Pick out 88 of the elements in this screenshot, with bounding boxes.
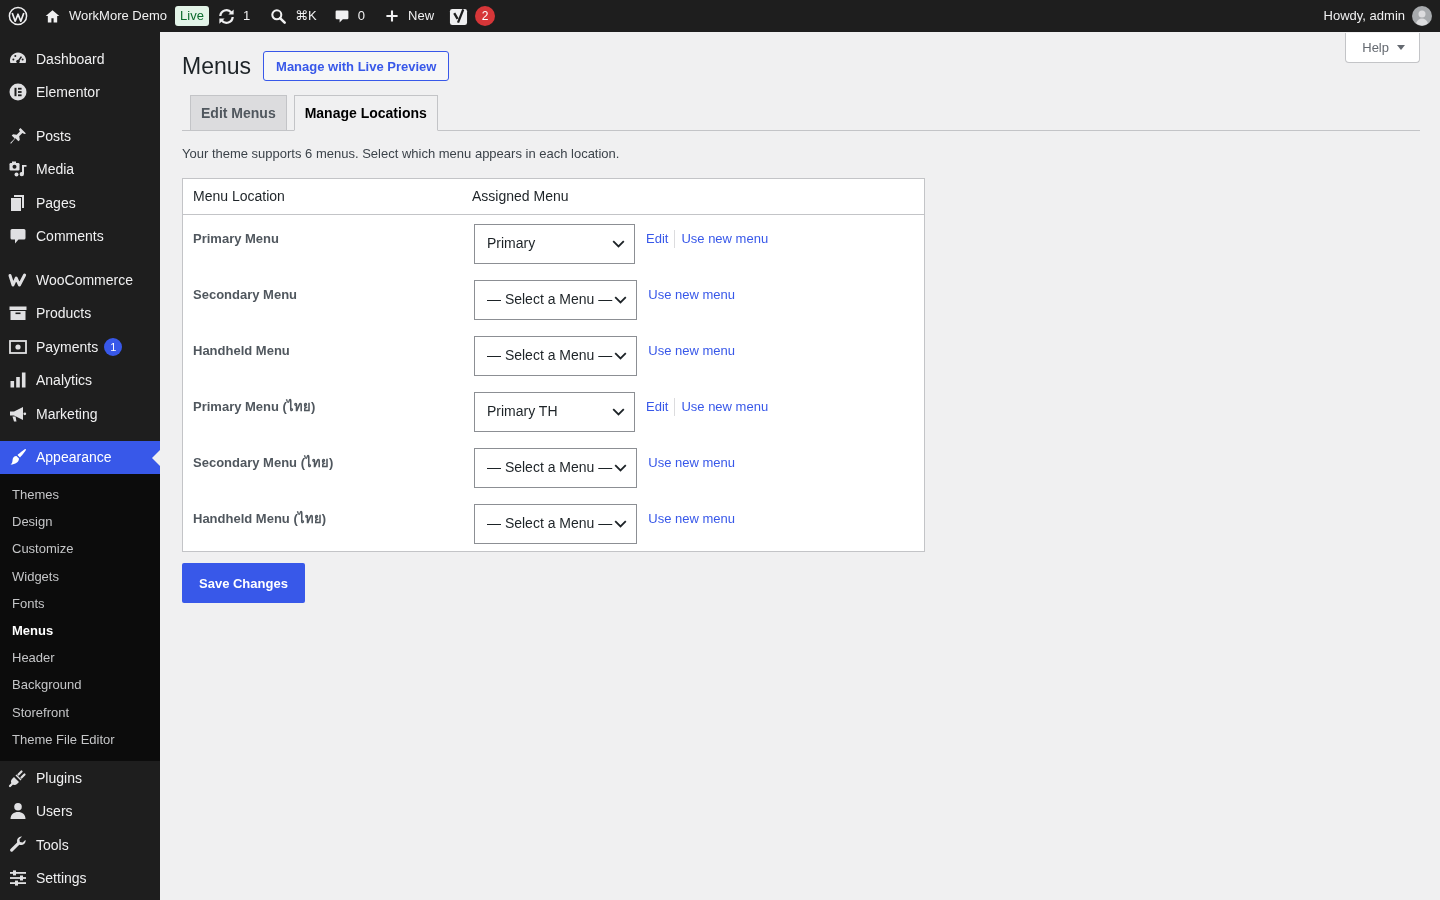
menu-select[interactable]: Primary bbox=[474, 224, 635, 264]
plug-icon bbox=[8, 767, 28, 788]
description-text: Your theme supports 6 menus. Select which menu appears in each location. bbox=[182, 145, 621, 163]
tab[interactable]: Edit Menus bbox=[190, 95, 287, 131]
new-menu-link[interactable]: Use new menu bbox=[648, 454, 735, 472]
location-label: Primary Menu (ไทย) bbox=[193, 399, 316, 414]
sidebar-item[interactable]: Marketing bbox=[0, 397, 160, 431]
sidebar-item[interactable]: Appearance bbox=[0, 440, 160, 474]
avatar-icon bbox=[1412, 6, 1432, 26]
site-name-link[interactable]: WorkMore Demo bbox=[44, 7, 167, 25]
chevron-down-icon bbox=[614, 296, 628, 304]
sidebar-item[interactable]: Posts bbox=[0, 119, 160, 153]
submenu-item[interactable]: Customize bbox=[0, 535, 160, 563]
tab[interactable]: Manage Locations bbox=[293, 95, 438, 131]
menu-select[interactable]: — Select a Menu — bbox=[474, 504, 638, 544]
location-label: Handheld Menu (ไทย) bbox=[193, 511, 327, 526]
sidebar-item[interactable]: Elementor bbox=[0, 75, 160, 109]
new-menu-link[interactable]: Use new menu bbox=[648, 510, 735, 528]
location-label: Secondary Menu (ไทย) bbox=[193, 455, 334, 470]
comments-link[interactable]: 0 bbox=[333, 7, 365, 25]
sidebar-item[interactable]: Tools bbox=[0, 828, 160, 862]
triangle-icon bbox=[152, 449, 160, 466]
submenu-item[interactable]: Theme File Editor bbox=[0, 725, 160, 754]
user-icon bbox=[8, 801, 28, 822]
submenu-item[interactable]: Widgets bbox=[0, 562, 160, 590]
sidebar-item[interactable]: Comments bbox=[0, 219, 160, 253]
disc-logo-icon bbox=[8, 82, 28, 103]
sidebar-item[interactable]: Pages bbox=[0, 186, 160, 220]
count-badge: 1 bbox=[104, 337, 123, 356]
new-menu-link[interactable]: Use new menu bbox=[681, 230, 769, 248]
sliders-icon bbox=[8, 868, 28, 889]
sidebar-item[interactable]: Users bbox=[0, 794, 160, 829]
sidebar-item[interactable]: Settings bbox=[0, 861, 160, 896]
search-link[interactable]: ⌘K bbox=[270, 7, 317, 25]
save-button[interactable]: Save Changes bbox=[182, 563, 305, 603]
location-label: Primary Menu bbox=[193, 231, 279, 246]
sidebar-item[interactable]: Products bbox=[0, 296, 160, 330]
sidebar-item[interactable]: Media bbox=[0, 152, 160, 186]
chevron-down-icon bbox=[614, 464, 628, 472]
home-icon bbox=[44, 7, 61, 25]
submenu-item[interactable]: Themes bbox=[0, 481, 160, 509]
sidebar-item[interactable]: Plugins bbox=[0, 761, 160, 795]
column-header: Menu Location bbox=[193, 188, 285, 204]
new-menu-link[interactable]: Use new menu bbox=[648, 342, 735, 360]
sidebar-item[interactable]: Dashboard bbox=[0, 42, 160, 76]
notification-badge: 2 bbox=[475, 6, 496, 26]
column-header: Assigned Menu bbox=[472, 188, 569, 204]
updates-link[interactable]: 1 bbox=[216, 6, 251, 26]
location-label: Secondary Menu bbox=[193, 287, 298, 302]
edit-link[interactable]: Edit bbox=[646, 398, 669, 416]
submenu-item[interactable]: Header bbox=[0, 644, 160, 672]
logo-icon[interactable] bbox=[8, 6, 28, 26]
new-content-link[interactable]: New bbox=[385, 7, 435, 25]
chevron-down-icon bbox=[614, 352, 628, 360]
comment-icon bbox=[333, 8, 350, 24]
wrench-icon bbox=[8, 834, 28, 855]
logo-tile-icon[interactable] bbox=[449, 6, 469, 26]
submenu-item[interactable]: Storefront bbox=[0, 698, 160, 726]
sidebar-item[interactable]: Analytics bbox=[0, 363, 160, 397]
bar-chart-icon bbox=[8, 370, 28, 391]
menu-select[interactable]: Primary TH bbox=[474, 392, 635, 432]
location-label: Handheld Menu bbox=[193, 343, 290, 358]
caret-icon bbox=[1397, 45, 1405, 50]
live-preview-button[interactable]: Manage with Live Preview bbox=[263, 51, 450, 81]
account-link[interactable]: Howdy, admin bbox=[1323, 6, 1432, 26]
refresh-icon bbox=[216, 6, 236, 26]
chevron-down-icon bbox=[612, 240, 625, 248]
chevron-down-icon bbox=[614, 520, 628, 528]
help-button[interactable]: Help bbox=[1345, 33, 1420, 63]
paintbrush-icon bbox=[8, 447, 28, 468]
menu-select[interactable]: — Select a Menu — bbox=[474, 448, 638, 488]
sidebar-item[interactable]: WooCommerce bbox=[0, 263, 160, 297]
environment-badge: Live bbox=[175, 6, 209, 26]
search-icon bbox=[270, 7, 288, 25]
new-menu-link[interactable]: Use new menu bbox=[648, 286, 735, 304]
menu-select[interactable]: — Select a Menu — bbox=[474, 280, 638, 320]
submenu-item[interactable]: Background bbox=[0, 671, 160, 699]
chevron-down-icon bbox=[612, 408, 625, 416]
pushpin-icon bbox=[8, 125, 28, 146]
menu-select[interactable]: — Select a Menu — bbox=[474, 336, 638, 376]
submenu-item[interactable]: Design bbox=[0, 508, 160, 536]
submenu-item[interactable]: Fonts bbox=[0, 589, 160, 617]
plus-icon bbox=[385, 9, 399, 23]
submenu-item[interactable]: Menus bbox=[0, 617, 160, 645]
sidebar-item[interactable]: Payments 1 bbox=[0, 330, 160, 364]
edit-link[interactable]: Edit bbox=[646, 230, 669, 248]
new-menu-link[interactable]: Use new menu bbox=[681, 398, 769, 416]
page-title: Menus bbox=[182, 52, 252, 81]
